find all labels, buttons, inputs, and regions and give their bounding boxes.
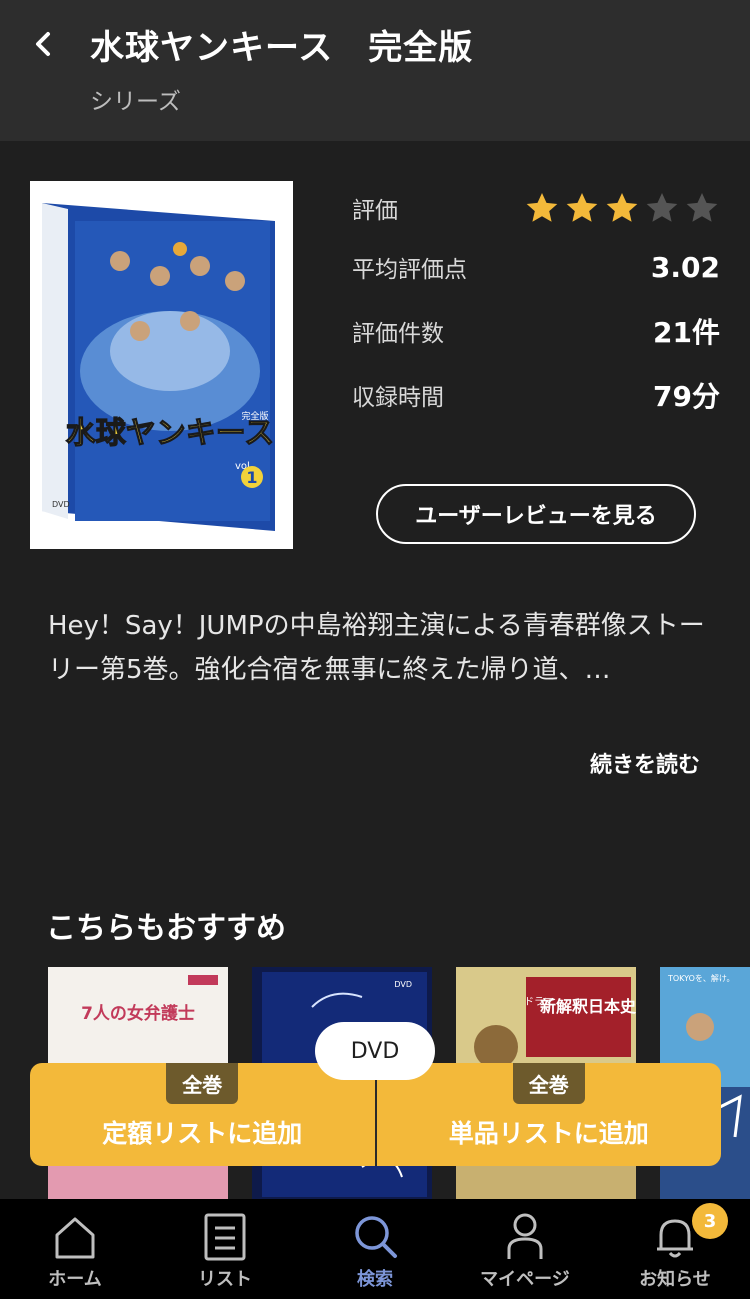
rating-count-value: 21件 <box>653 316 720 349</box>
search-icon <box>355 1216 397 1258</box>
cover-image: 水球ヤンキース 完全版 vol. 1 DVD <box>30 181 293 549</box>
description-text: Hey！Say！JUMPの中島裕翔主演による青春群像ストーリー第5巻。強化合宿を… <box>48 611 705 685</box>
recommend-heading: こちらもおすすめ <box>46 911 286 946</box>
star-filled-icon <box>526 193 558 222</box>
rating-count-label: 評価件数 <box>352 321 444 347</box>
action-label: 単品リストに追加 <box>448 1119 649 1148</box>
recommend-item-caption: 7人の女弁護士 <box>81 1003 195 1024</box>
back-button[interactable] <box>22 22 66 66</box>
action-label: 定額リストに追加 <box>102 1119 303 1148</box>
add-to-subscription-list-button[interactable]: 全巻 定額リストに追加 <box>30 1063 375 1166</box>
tab-label: ホーム <box>48 1269 102 1290</box>
recommend-item-caption: DVD <box>394 980 412 989</box>
page-subtitle[interactable]: シリーズ <box>90 82 181 116</box>
poster-vol-number: 1 <box>246 468 257 487</box>
chevron-left-icon <box>36 32 50 56</box>
duration-label: 収録時間 <box>352 385 444 411</box>
action-tag: 全巻 <box>166 1063 239 1104</box>
recommend-item-caption: 新解釈日本史 <box>540 997 636 1016</box>
tab-notifications[interactable]: お知らせ 3 <box>600 1199 750 1299</box>
tab-home[interactable]: ホーム <box>0 1199 150 1299</box>
user-reviews-button[interactable]: ユーザーレビューを見る <box>376 484 696 544</box>
poster-edition: 完全版 <box>241 410 268 422</box>
notification-badge: 3 <box>692 1203 728 1239</box>
poster-dvd-label: DVD <box>52 500 70 509</box>
page-title: 水球ヤンキース 完全版 <box>90 28 474 68</box>
add-to-single-list-button[interactable]: 全巻 単品リストに追加 <box>374 1063 722 1166</box>
tab-label: お知らせ <box>639 1269 711 1290</box>
star-filled-icon <box>566 193 598 222</box>
avg-rating-label: 平均評価点 <box>352 257 467 283</box>
person-icon <box>507 1213 543 1259</box>
bottom-tab-bar: ホーム リスト 検索 マイページ お知らせ 3 <box>0 1199 750 1299</box>
star-rating <box>524 190 720 226</box>
recommend-item-caption: TOKYOを、解け。 <box>667 973 735 983</box>
tab-search[interactable]: 検索 <box>300 1199 450 1299</box>
tab-mypage[interactable]: マイページ <box>450 1199 600 1299</box>
avg-rating-row: 平均評価点 3.02 <box>352 245 720 289</box>
header: 水球ヤンキース 完全版 シリーズ <box>0 0 750 141</box>
tab-label: リスト <box>198 1269 252 1290</box>
duration-row: 収録時間 79分 <box>352 373 720 417</box>
rating-count-row: 評価件数 21件 <box>352 309 720 353</box>
tab-label: 検索 <box>357 1269 393 1290</box>
rating-label: 評価 <box>352 198 398 224</box>
action-tag: 全巻 <box>512 1063 585 1104</box>
tab-label: マイページ <box>480 1269 570 1290</box>
avg-rating-value: 3.02 <box>650 250 720 284</box>
star-empty-icon <box>646 193 678 222</box>
read-more-link[interactable]: 続きを読む <box>590 747 700 779</box>
star-filled-icon <box>606 193 638 222</box>
format-chip[interactable]: DVD <box>315 1022 435 1080</box>
duration-value: 79分 <box>653 380 720 413</box>
star-empty-icon <box>686 193 718 222</box>
tab-list[interactable]: リスト <box>150 1199 300 1299</box>
list-icon <box>204 1213 246 1261</box>
home-icon <box>55 1217 95 1259</box>
rating-row: 評価 <box>352 186 720 230</box>
